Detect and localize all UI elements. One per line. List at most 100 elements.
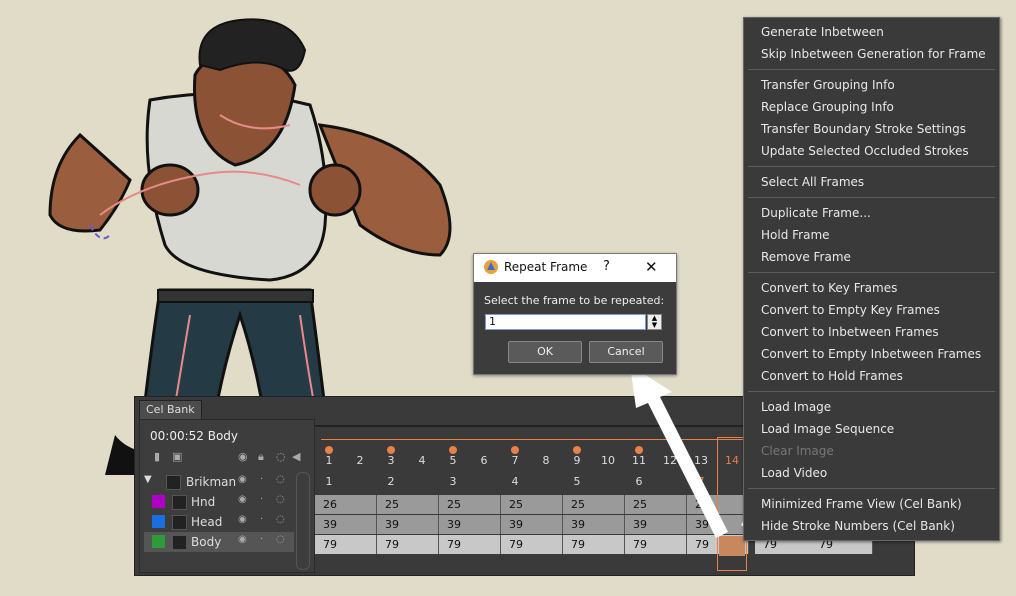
keyframe-marker[interactable]: [511, 446, 519, 454]
frame-cell[interactable]: 39: [315, 515, 377, 534]
dialog-title: Repeat Frame: [504, 260, 588, 274]
frame-cell[interactable]: 39: [563, 515, 625, 534]
layer-row[interactable]: Head ◉ · ◌: [144, 512, 294, 532]
frame-number[interactable]: 4: [412, 454, 432, 467]
frame-number-input[interactable]: 1: [485, 314, 646, 330]
menu-item-convert-key[interactable]: Convert to Key Frames: [761, 281, 897, 295]
light-icon[interactable]: ◌: [276, 514, 285, 525]
lock-icon[interactable]: ·: [260, 534, 263, 545]
frame-number[interactable]: 1: [319, 454, 339, 467]
layer-color-swatch[interactable]: [152, 535, 165, 548]
eye-icon[interactable]: ◉: [238, 494, 247, 505]
frame-cell[interactable]: 79: [377, 535, 439, 554]
light-icon[interactable]: ◌: [276, 474, 285, 485]
layer-scrollbar[interactable]: [296, 472, 310, 570]
layer-color-swatch[interactable]: [152, 515, 165, 528]
frame-number[interactable]: 2: [350, 454, 370, 467]
menu-item-transfer-grouping[interactable]: Transfer Grouping Info: [761, 78, 895, 92]
layer-swatch: [166, 475, 181, 490]
layer-color-swatch[interactable]: [152, 495, 165, 508]
menu-item-update-occluded[interactable]: Update Selected Occluded Strokes: [761, 144, 969, 158]
menu-item-convert-hold[interactable]: Convert to Hold Frames: [761, 369, 903, 383]
menu-item-load-image-sequence[interactable]: Load Image Sequence: [761, 422, 894, 436]
frame-number[interactable]: 12: [660, 454, 680, 467]
frame-cell[interactable]: 39: [501, 515, 563, 534]
frame-number[interactable]: 11: [629, 454, 649, 467]
frame-cell[interactable]: 26: [315, 495, 377, 514]
layer-row[interactable]: ▼ Brikman ◉ · ◌: [144, 472, 294, 492]
key-number: 3: [449, 475, 457, 488]
menu-item-load-image[interactable]: Load Image: [761, 400, 831, 414]
frame-number[interactable]: 9: [567, 454, 587, 467]
menu-item-select-all-frames[interactable]: Select All Frames: [761, 175, 864, 189]
collapse-icon[interactable]: ◀: [292, 450, 300, 463]
frame-number[interactable]: 7: [505, 454, 525, 467]
keyframe-marker[interactable]: [325, 446, 333, 454]
lock-icon[interactable]: 🔒︎: [258, 450, 264, 464]
keyframe-marker[interactable]: [635, 446, 643, 454]
frame-number[interactable]: 6: [474, 454, 494, 467]
frame-number[interactable]: 3: [381, 454, 401, 467]
frame-number-spinner[interactable]: ▲ ▼: [647, 314, 662, 330]
ok-button[interactable]: OK: [508, 341, 582, 363]
frame-cell[interactable]: 25: [563, 495, 625, 514]
stroke-count: 79: [695, 538, 709, 551]
menu-item-load-video[interactable]: Load Video: [761, 466, 827, 480]
menu-item-minimized-frame-view[interactable]: Minimized Frame View (Cel Bank): [761, 497, 962, 511]
lock-icon[interactable]: ·: [260, 514, 263, 525]
frame-cell[interactable]: 79: [563, 535, 625, 554]
eye-icon[interactable]: ◉: [238, 474, 247, 485]
lock-icon[interactable]: ·: [260, 494, 263, 505]
light-icon[interactable]: ◌: [276, 450, 286, 463]
eye-icon[interactable]: ◉: [238, 534, 247, 545]
frame-cell[interactable]: 79: [625, 535, 687, 554]
frame-number[interactable]: 13: [691, 454, 711, 467]
frame-cell[interactable]: 25: [377, 495, 439, 514]
close-button[interactable]: ✕: [645, 258, 658, 276]
layer-row[interactable]: Hnd ◉ · ◌: [144, 492, 294, 512]
keyframe-marker[interactable]: [573, 446, 581, 454]
menu-item-convert-inbetween[interactable]: Convert to Inbetween Frames: [761, 325, 939, 339]
frame-cell[interactable]: 25: [501, 495, 563, 514]
menu-item-replace-grouping[interactable]: Replace Grouping Info: [761, 100, 894, 114]
expand-icon[interactable]: ▼: [144, 474, 152, 485]
menu-item-duplicate-frame[interactable]: Duplicate Frame...: [761, 206, 871, 220]
frame-cell[interactable]: 25: [439, 495, 501, 514]
frame-cell[interactable]: 79: [501, 535, 563, 554]
layer-row-selected[interactable]: Body ◉ · ◌: [144, 532, 294, 552]
menu-item-convert-empty-key[interactable]: Convert to Empty Key Frames: [761, 303, 940, 317]
cancel-button[interactable]: Cancel: [589, 341, 663, 363]
copy-icon[interactable]: ▣: [172, 450, 182, 463]
stroke-count: 79: [571, 538, 585, 551]
menu-item-transfer-boundary[interactable]: Transfer Boundary Stroke Settings: [761, 122, 966, 136]
menu-item-hold-frame[interactable]: Hold Frame: [761, 228, 830, 242]
frame-cell[interactable]: 39: [377, 515, 439, 534]
help-button[interactable]: ?: [603, 259, 610, 274]
menu-separator: [748, 272, 995, 273]
light-icon[interactable]: ◌: [276, 494, 285, 505]
frame-cell[interactable]: 39: [439, 515, 501, 534]
stroke-count: 39: [509, 518, 523, 531]
frame-cell[interactable]: 79: [315, 535, 377, 554]
eye-icon[interactable]: ◉: [238, 450, 248, 463]
trash-icon[interactable]: ▮: [154, 450, 160, 463]
keyframe-marker[interactable]: [387, 446, 395, 454]
cel-bank-tab[interactable]: Cel Bank: [139, 400, 202, 419]
menu-item-remove-frame[interactable]: Remove Frame: [761, 250, 851, 264]
frame-cell[interactable]: 39: [625, 515, 687, 534]
frame-number[interactable]: 8: [536, 454, 556, 467]
selected-cell[interactable]: [719, 536, 745, 556]
keyframe-marker[interactable]: [449, 446, 457, 454]
lock-icon[interactable]: ·: [260, 474, 263, 485]
light-icon[interactable]: ◌: [276, 534, 285, 545]
menu-item-convert-empty-inbetween[interactable]: Convert to Empty Inbetween Frames: [761, 347, 981, 361]
frame-cell[interactable]: 79: [439, 535, 501, 554]
frame-number[interactable]: 10: [598, 454, 618, 467]
eye-icon[interactable]: ◉: [238, 514, 247, 525]
menu-item-skip-inbetween[interactable]: Skip Inbetween Generation for Frame: [761, 47, 986, 61]
menu-item-hide-stroke-numbers[interactable]: Hide Stroke Numbers (Cel Bank): [761, 519, 955, 533]
frame-number[interactable]: 5: [443, 454, 463, 467]
frame-cell[interactable]: 25: [625, 495, 687, 514]
menu-item-generate-inbetween[interactable]: Generate Inbetween: [761, 25, 884, 39]
dialog-titlebar[interactable]: Repeat Frame ? ✕: [474, 254, 676, 282]
